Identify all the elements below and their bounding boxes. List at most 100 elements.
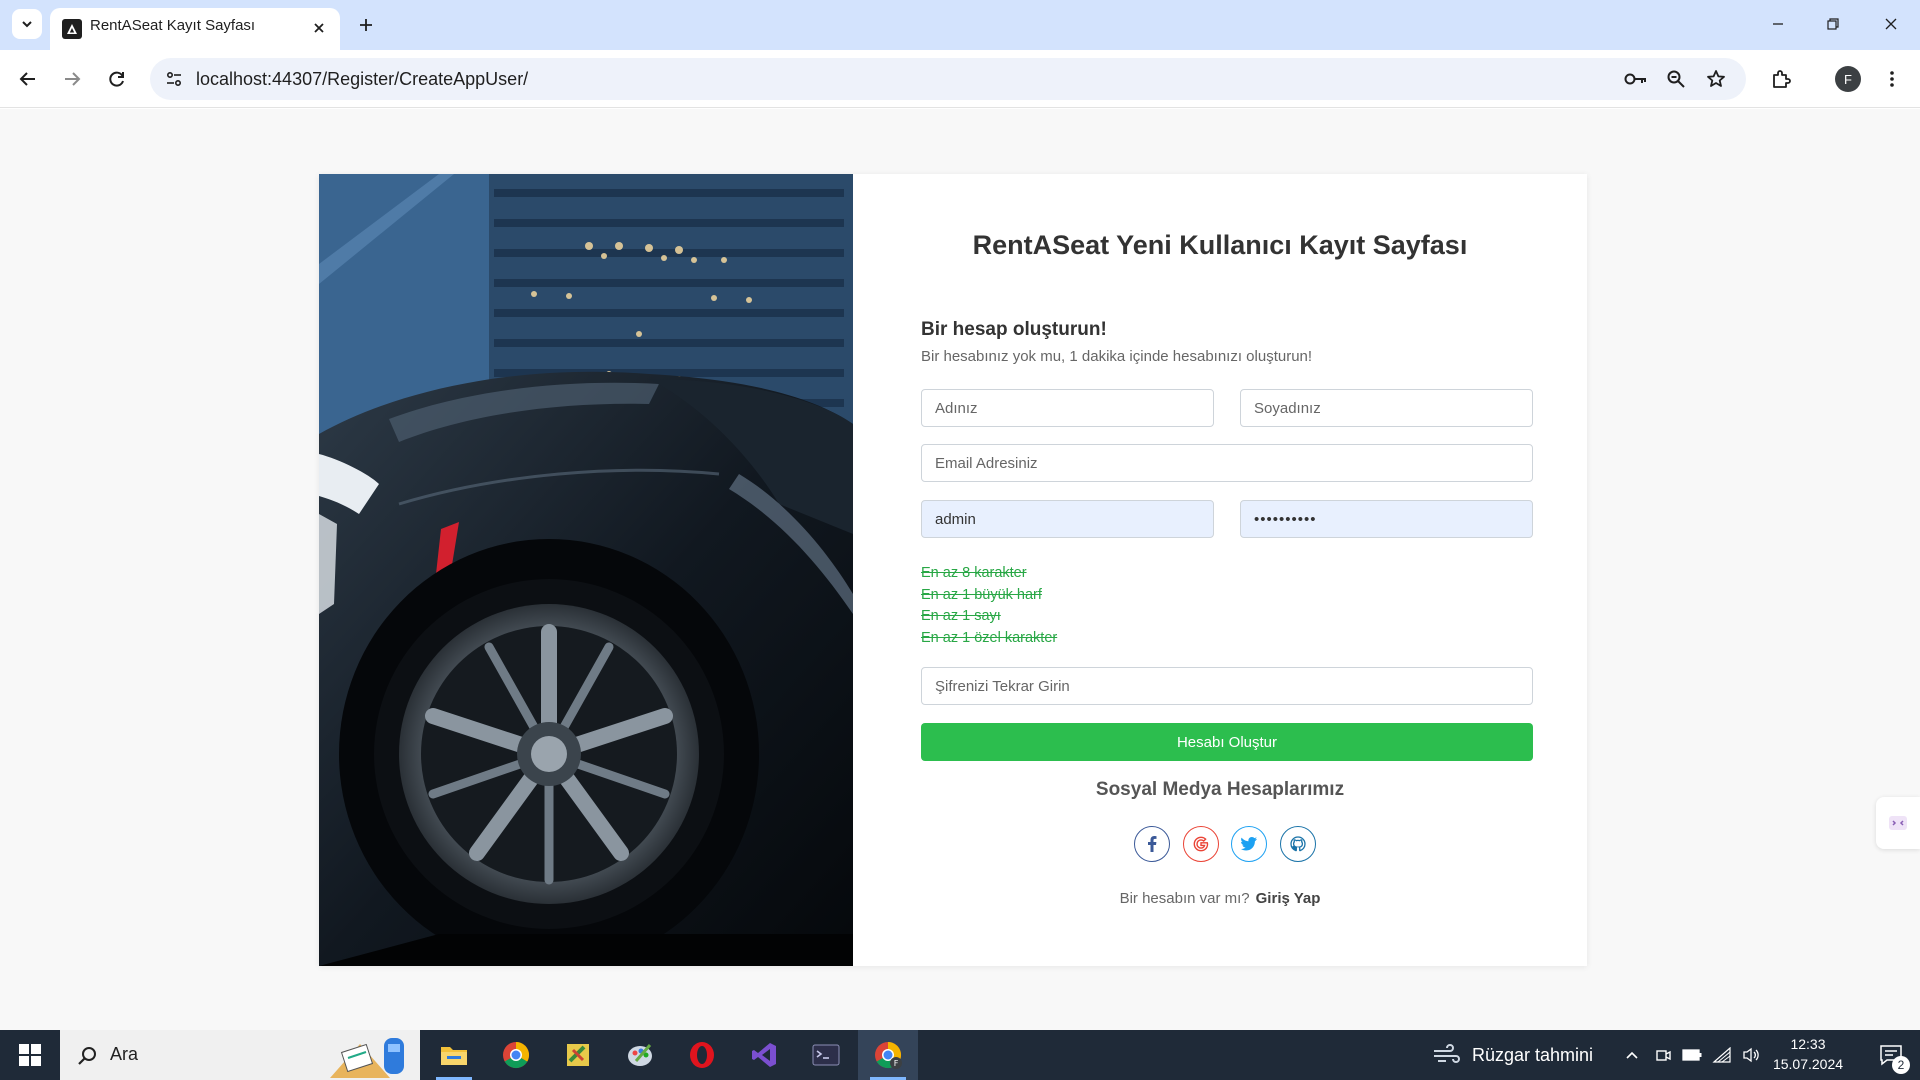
minimize-button[interactable] (1758, 8, 1798, 40)
github-icon[interactable] (1280, 826, 1316, 862)
battery-icon[interactable] (1680, 1043, 1704, 1067)
site-favicon-icon (62, 19, 82, 39)
paint-tool-icon (567, 1044, 589, 1066)
palette-icon (628, 1044, 652, 1066)
chrome-icon (503, 1041, 530, 1069)
puzzle-icon (1773, 70, 1791, 88)
page-title: RentASeat Yeni Kullanıcı Kayıt Sayfası (972, 230, 1468, 260)
last-name-input[interactable] (1240, 389, 1533, 427)
meet-now-icon[interactable] (1651, 1043, 1675, 1067)
notification-count-badge: 2 (1892, 1056, 1910, 1074)
show-hidden-icons-button[interactable] (1620, 1043, 1644, 1067)
chevron-down-icon (22, 21, 32, 28)
file-explorer-app[interactable] (424, 1030, 484, 1080)
twitter-icon[interactable] (1231, 826, 1267, 862)
zoom-icon[interactable] (1662, 65, 1690, 93)
chrome-app[interactable] (486, 1030, 546, 1080)
close-icon (1885, 18, 1897, 30)
url-text: localhost:44307/Register/CreateAppUser/ (196, 69, 529, 89)
weather-text: Rüzgar tahmini (1472, 1044, 1594, 1065)
os-taskbar: Ara F Rüzgar tahmini 12:33 15.07.2024 2 (0, 1030, 1920, 1080)
password-key-icon[interactable] (1622, 65, 1650, 93)
search-highlight-illustration-icon (330, 1038, 404, 1078)
chrome-icon: F (875, 1041, 902, 1069)
clock-date: 15.07.2024 (1772, 1056, 1844, 1072)
browser-tabbar: RentASeat Kayıt Sayfası (0, 0, 1920, 50)
address-bar[interactable]: localhost:44307/Register/CreateAppUser/ (150, 58, 1746, 100)
social-title: Sosyal Medya Hesaplarımız (1095, 779, 1345, 800)
create-account-button[interactable]: Hesabı Oluştur (921, 723, 1533, 761)
restore-icon (1827, 18, 1839, 30)
wifi-icon[interactable] (1710, 1043, 1734, 1067)
plus-icon (360, 19, 372, 31)
facebook-icon[interactable] (1134, 826, 1170, 862)
terminal-app[interactable] (796, 1030, 856, 1080)
side-panel-icon (1889, 816, 1907, 830)
register-card: RentASeat Yeni Kullanıcı Kayıt Sayfası B… (319, 174, 1587, 966)
email-input[interactable] (921, 444, 1533, 482)
clock-time: 12:33 (1790, 1036, 1826, 1052)
minimize-icon (1773, 23, 1783, 25)
username-input[interactable] (921, 500, 1214, 538)
register-form: RentASeat Yeni Kullanıcı Kayıt Sayfası B… (853, 174, 1587, 966)
site-info-icon[interactable] (160, 65, 188, 93)
restore-button[interactable] (1813, 8, 1853, 40)
signin-prompt: Bir hesabın var mı? Giriş Yap (853, 890, 1587, 907)
rule-number: En az 1 sayı (921, 608, 1001, 624)
rule-min-length: En az 8 karakter (921, 565, 1027, 581)
form-description: Bir hesabınız yok mu, 1 dakika içinde he… (921, 348, 1313, 365)
forward-button[interactable] (56, 63, 88, 95)
gimp-app[interactable] (548, 1030, 608, 1080)
have-account-text: Bir hesabın var mı? (1119, 890, 1250, 907)
svg-text:F: F (894, 1059, 899, 1068)
windows-logo-icon (19, 1044, 41, 1066)
tab-title: RentASeat Kayıt Sayfası (90, 17, 256, 34)
page-body: RentASeat Yeni Kullanıcı Kayıt Sayfası B… (0, 109, 1920, 1030)
reload-icon (109, 71, 124, 87)
browser-tab[interactable]: RentASeat Kayıt Sayfası (50, 8, 340, 50)
visual-studio-icon (752, 1043, 776, 1067)
first-name-input[interactable] (921, 389, 1214, 427)
profile-avatar[interactable]: F (1835, 66, 1861, 92)
wind-icon (1434, 1044, 1460, 1063)
opera-app[interactable] (672, 1030, 732, 1080)
opera-icon (690, 1042, 714, 1068)
hero-car-image (319, 174, 853, 966)
system-clock[interactable]: 12:33 15.07.2024 (1768, 1034, 1848, 1074)
rule-uppercase: En az 1 büyük harf (921, 586, 1042, 603)
chrome-profile-app[interactable]: F (858, 1030, 918, 1080)
new-tab-button[interactable] (352, 11, 380, 39)
tab-search-button[interactable] (12, 9, 42, 39)
folder-icon (441, 1047, 467, 1065)
arrow-left-icon (19, 72, 35, 86)
more-vertical-icon (1890, 71, 1894, 87)
reload-button[interactable] (101, 63, 133, 95)
paint-app[interactable] (610, 1030, 670, 1080)
form-subtitle: Bir hesap oluşturun! (921, 319, 1107, 340)
chevron-up-icon (1626, 1051, 1638, 1059)
google-icon[interactable] (1183, 826, 1219, 862)
visual-studio-app[interactable] (734, 1030, 794, 1080)
browser-toolbar: localhost:44307/Register/CreateAppUser/ … (0, 50, 1920, 108)
rule-special-char: En az 1 özel karakter (921, 629, 1058, 646)
tab-close-icon[interactable] (308, 17, 330, 39)
bookmark-star-icon[interactable] (1702, 65, 1730, 93)
browser-menu-button[interactable] (1876, 63, 1908, 95)
weather-widget[interactable]: Rüzgar tahmini (1432, 1042, 1593, 1068)
password-input[interactable] (1240, 500, 1533, 538)
arrow-right-icon (65, 72, 81, 86)
search-icon (76, 1044, 100, 1068)
extensions-button[interactable] (1765, 63, 1797, 95)
search-label: Ara (110, 1044, 139, 1064)
back-button[interactable] (12, 63, 44, 95)
taskbar-search[interactable]: Ara (60, 1030, 420, 1080)
terminal-icon (812, 1044, 840, 1066)
login-link[interactable]: Giriş Yap (1256, 890, 1321, 907)
side-panel-toggle[interactable] (1876, 797, 1920, 849)
confirm-password-input[interactable] (921, 667, 1533, 705)
notification-center-button[interactable]: 2 (1862, 1030, 1920, 1080)
close-window-button[interactable] (1871, 8, 1911, 40)
start-button[interactable] (0, 1030, 60, 1080)
password-rules: En az 8 karakter En az 1 büyük harf En a… (921, 563, 1057, 649)
volume-icon[interactable] (1740, 1043, 1764, 1067)
